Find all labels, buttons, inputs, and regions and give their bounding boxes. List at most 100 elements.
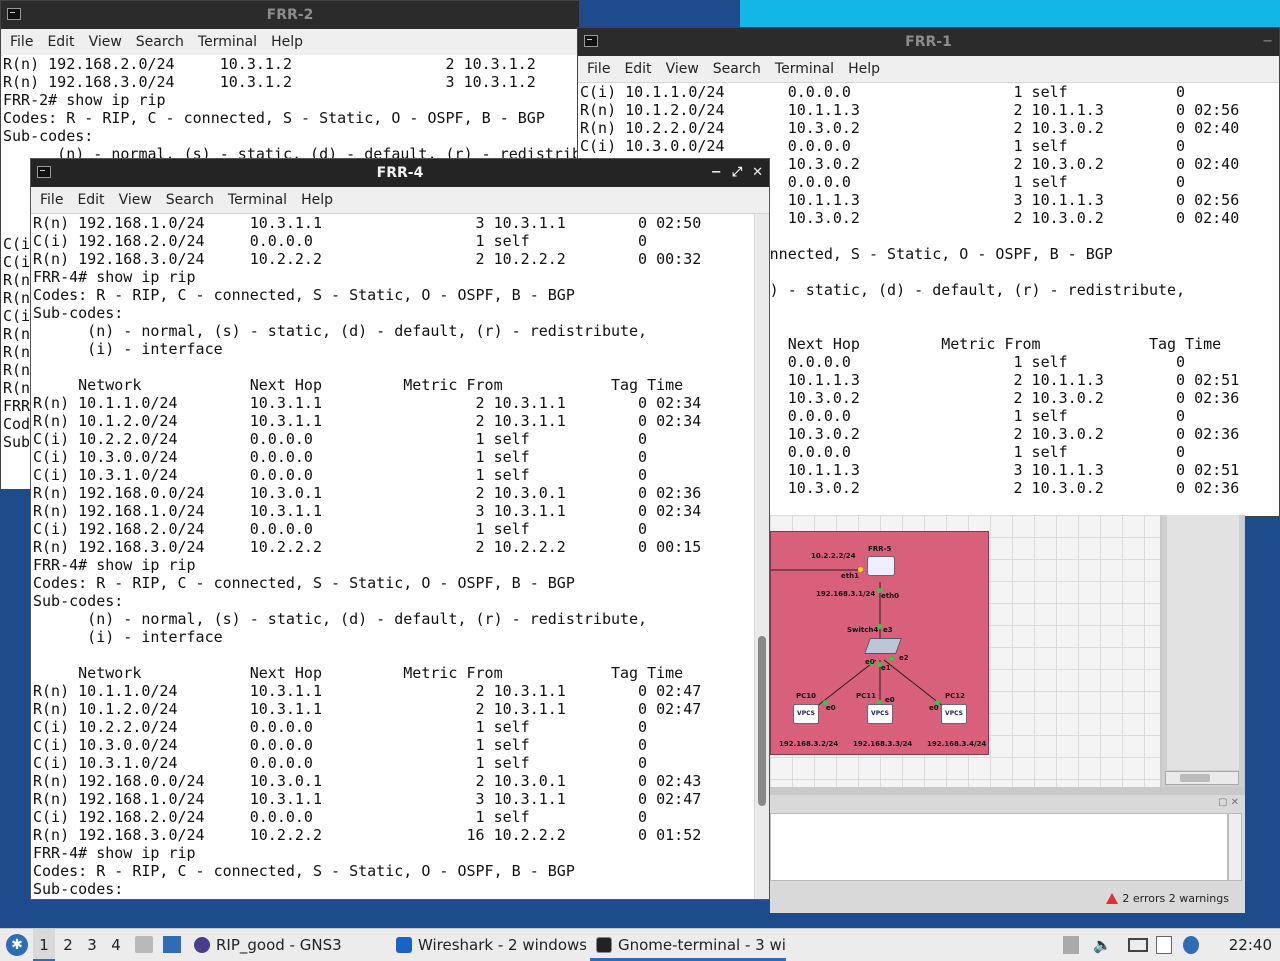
network-zone: FRR-5 10.2.2.2/24 eth1 eth0 192.168.3.1/… [770, 531, 989, 755]
menu-bar: File Edit View Search Terminal Help [1, 29, 579, 56]
error-status[interactable]: 2 errors 2 warnings [1106, 892, 1229, 905]
iface-label: e0 [929, 704, 939, 712]
workspace-1[interactable]: 1 [33, 929, 55, 961]
canvas-side-panel [1162, 515, 1244, 787]
menu-view[interactable]: View [659, 56, 706, 82]
workspace-3[interactable]: 3 [81, 929, 103, 961]
warning-icon [1106, 893, 1119, 904]
vpcs-icon[interactable]: VPCS [793, 704, 819, 724]
console-scrollbar[interactable] [1228, 813, 1242, 881]
desktop-icon[interactable] [163, 936, 181, 953]
iface-label: e0 [826, 704, 836, 712]
terminal-icon [596, 937, 612, 953]
file-manager-icon[interactable] [135, 936, 153, 953]
workspace-2[interactable]: 2 [57, 929, 79, 961]
pc-label: PC10 [796, 692, 817, 700]
start-menu-icon[interactable]: ✱ [6, 934, 28, 956]
vpcs-icon[interactable]: VPCS [867, 704, 893, 724]
iface-label: e0 [865, 658, 875, 666]
horizontal-scrollbar[interactable] [1165, 771, 1239, 785]
console-output[interactable] [770, 813, 1228, 881]
menu-file[interactable]: File [580, 56, 617, 82]
minimize-icon[interactable]: − [1262, 28, 1273, 56]
titlebar[interactable]: FRR-4 − ⤢ ✕ [31, 159, 769, 187]
lan-ip-label: 192.168.3.1/24 [816, 590, 876, 598]
iface-label: e3 [883, 626, 893, 634]
notification-icon[interactable] [1183, 936, 1199, 954]
menu-edit[interactable]: Edit [617, 56, 658, 82]
menu-view[interactable]: View [82, 29, 129, 55]
console-dock: ▢ ✕ 2 errors 2 warnings [770, 795, 1245, 913]
minimize-icon[interactable]: − [711, 159, 722, 187]
task-wireshark[interactable]: Wireshark - 2 windows [396, 929, 586, 961]
terminal-icon [584, 35, 598, 47]
wireshark-icon [396, 937, 412, 953]
network-icon[interactable] [1128, 938, 1148, 952]
terminal-icon [37, 166, 51, 178]
task-label: RIP_good - GNS3 [216, 936, 342, 954]
canvas-side-area [1167, 515, 1239, 770]
window-title: FRR-4 [376, 165, 424, 181]
titlebar[interactable]: FRR-2 [1, 1, 579, 29]
gns3-workspace: FRR-5 10.2.2.2/24 eth1 eth0 192.168.3.1/… [770, 515, 1245, 913]
pc-label: PC11 [856, 692, 877, 700]
gns3-icon [194, 937, 210, 953]
titlebar[interactable]: FRR-1 − [578, 28, 1279, 56]
switch-icon[interactable] [864, 638, 902, 654]
menu-search[interactable]: Search [159, 187, 221, 213]
iface-label: e0 [885, 696, 895, 704]
menu-edit[interactable]: Edit [70, 187, 111, 213]
menu-terminal[interactable]: Terminal [221, 187, 294, 213]
menu-help[interactable]: Help [841, 56, 887, 82]
scroll-thumb[interactable] [1180, 774, 1210, 782]
clock[interactable]: 22:40 [1229, 929, 1272, 961]
link-ip-label: 10.2.2.2/24 [811, 552, 856, 560]
close-icon[interactable]: ✕ [752, 159, 763, 187]
task-label: Gnome-terminal - 3 wi... [618, 936, 786, 954]
menu-search[interactable]: Search [129, 29, 191, 55]
maximize-icon[interactable]: ⤢ [732, 159, 742, 187]
menu-terminal[interactable]: Terminal [768, 56, 841, 82]
window-title: FRR-1 [905, 34, 952, 50]
dock-controls-icon[interactable]: ▢ ✕ [1218, 797, 1239, 808]
taskbar: ✱ 1 2 3 4 RIP_good - GNS3 Wireshark - 2 … [0, 928, 1280, 961]
upload-icon[interactable] [1063, 936, 1079, 954]
task-label: Wireshark - 2 windows [418, 936, 586, 954]
terminal-icon [7, 8, 21, 20]
pc-ip-label: 192.168.3.2/24 [779, 740, 839, 748]
task-terminal[interactable]: Gnome-terminal - 3 wi... [590, 929, 786, 961]
menu-file[interactable]: File [33, 187, 70, 213]
menu-file[interactable]: File [3, 29, 40, 55]
menu-help[interactable]: Help [294, 187, 340, 213]
window-title: FRR-2 [266, 7, 314, 23]
vpcs-icon[interactable]: VPCS [941, 704, 967, 724]
clipboard-icon[interactable] [1156, 936, 1172, 954]
terminal-window-frr4[interactable]: FRR-4 − ⤢ ✕ File Edit View Search Terminal He… [30, 158, 770, 900]
router-icon[interactable] [867, 556, 895, 576]
menu-edit[interactable]: Edit [40, 29, 81, 55]
iface-label: e2 [899, 654, 909, 662]
task-gns3[interactable]: RIP_good - GNS3 [194, 929, 390, 961]
menu-view[interactable]: View [112, 187, 159, 213]
pc-label: PC12 [945, 692, 966, 700]
terminal-output[interactable]: R(n) 192.168.1.0/24 10.3.1.1 3 10.3.1.1 … [33, 214, 753, 899]
terminal-scrollbar[interactable] [754, 214, 769, 899]
switch-label: Switch4 [847, 626, 879, 634]
pc-ip-label: 192.168.3.4/24 [927, 740, 987, 748]
error-status-text: 2 errors 2 warnings [1122, 892, 1229, 905]
iface-label: eth1 [841, 572, 859, 580]
iface-label: e1 [881, 664, 891, 672]
scroll-thumb[interactable] [758, 636, 766, 806]
menu-help[interactable]: Help [264, 29, 310, 55]
menu-bar: File Edit View Search Terminal Help [31, 187, 769, 214]
menu-terminal[interactable]: Terminal [191, 29, 264, 55]
workspace-4[interactable]: 4 [105, 929, 127, 961]
window-controls: − [1262, 28, 1273, 56]
iface-label: eth0 [881, 592, 899, 600]
desktop-wallpaper [740, 0, 1280, 28]
menu-search[interactable]: Search [706, 56, 768, 82]
topology-canvas[interactable]: FRR-5 10.2.2.2/24 eth1 eth0 192.168.3.1/… [770, 515, 1160, 787]
volume-icon[interactable]: 🔈 [1093, 936, 1112, 954]
pc-ip-label: 192.168.3.3/24 [853, 740, 913, 748]
link-endpoint [889, 656, 894, 661]
